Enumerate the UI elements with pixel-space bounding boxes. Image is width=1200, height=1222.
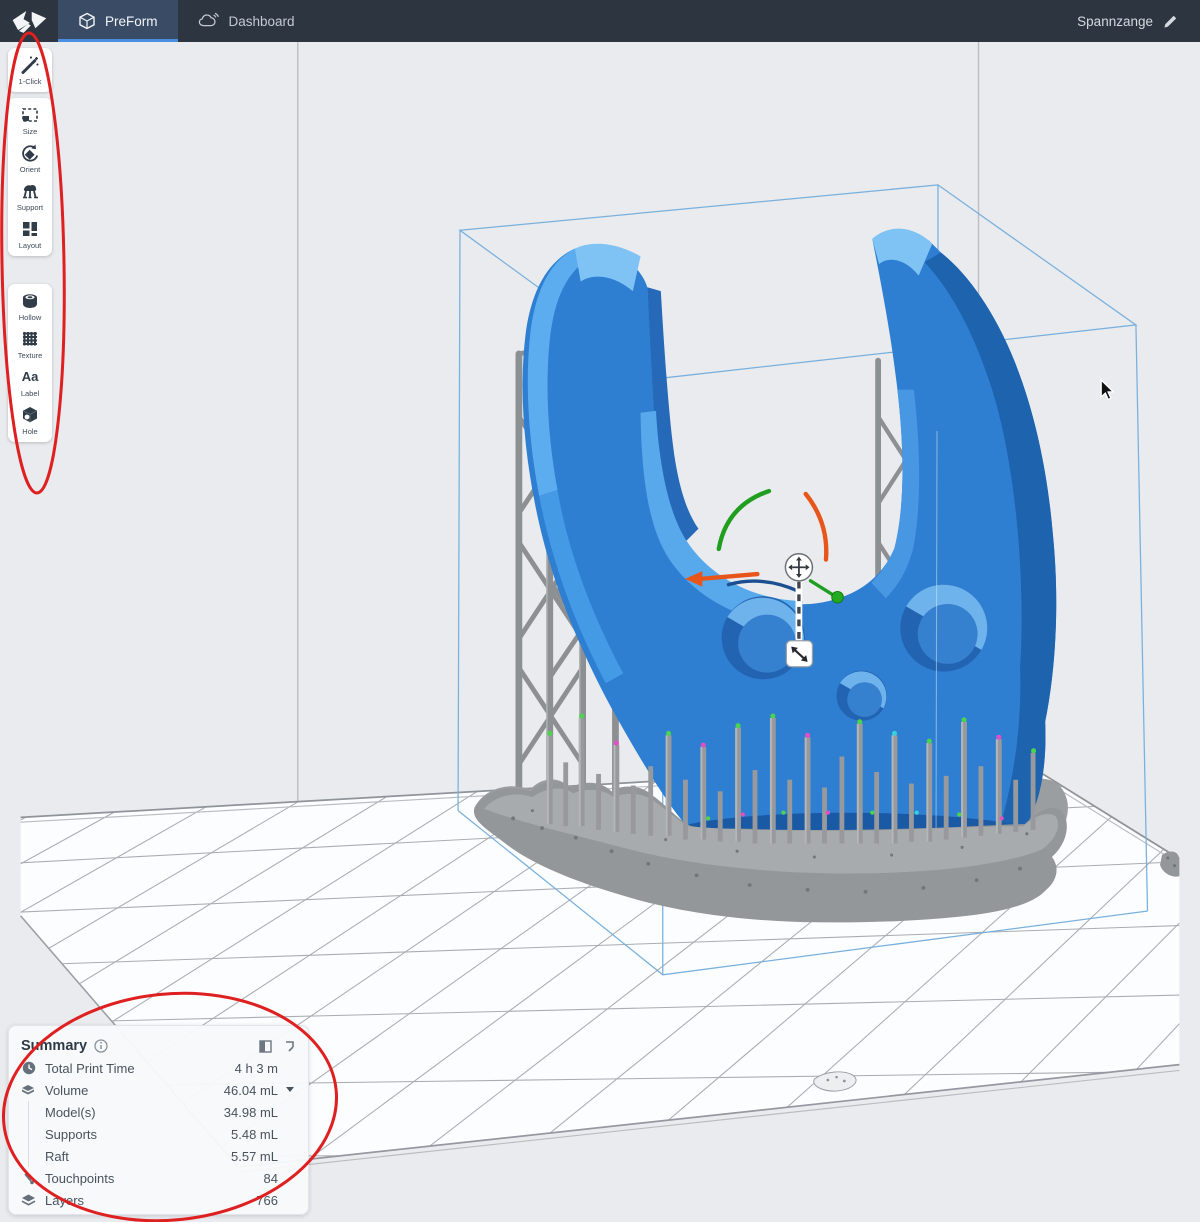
summary-panel: Summary [8,1025,309,1215]
touchpoints-value: 84 [264,1171,296,1186]
tool-label: Texture [18,351,43,360]
gizmo-center-knob[interactable] [785,554,812,581]
pin-icon[interactable] [284,1040,296,1053]
volume-icon [21,1083,36,1097]
hollow-icon [20,291,40,311]
tool-label: Support [17,203,43,212]
tool-layout[interactable]: Layout [8,215,52,253]
raft-value: 5.57 mL [231,1149,296,1164]
model-pocket-right [900,585,987,672]
support-icon [20,181,40,201]
layout-icon [20,219,40,239]
orient-icon [20,143,40,163]
tool-texture[interactable]: Texture [8,325,52,363]
tool-label: Size [23,127,38,136]
project-name: Spannzange [1077,14,1153,29]
summary-row-volume: Volume 46.04 mL [21,1079,296,1101]
summary-row-raft: Raft 5.57 mL [21,1145,296,1167]
tool-hole[interactable]: Hole [8,401,52,439]
tool-size[interactable]: Size [8,101,52,139]
volume-dropdown-caret[interactable] [286,1087,294,1092]
top-bar: PreForm Dashboard Spannzange [0,0,1200,42]
tab-dashboard-label: Dashboard [229,14,295,29]
supports-value: 5.48 mL [231,1127,296,1142]
summary-row-supports: Supports 5.48 mL [21,1123,296,1145]
summary-row-print-time: Total Print Time 4 h 3 m [21,1057,296,1079]
tool-label: Layout [19,241,42,250]
layers-value: 766 [256,1193,296,1208]
summary-row-touchpoints: Touchpoints 84 [21,1167,296,1189]
tool-label: 1-Click [19,77,42,86]
toolbar-group-oneclick: 1-Click [8,48,52,92]
label-aa-icon: Aa [20,367,40,387]
toolbar-group-modify: Hollow Texture Aa Label Hole [8,284,52,442]
summary-row-models: Model(s) 34.98 mL [21,1101,296,1123]
butterfly-icon [9,6,49,36]
panel-toggle-icon[interactable] [259,1040,273,1053]
magic-wand-icon [20,55,40,75]
texture-icon [20,329,40,349]
cube-icon [78,12,96,30]
touchpoint-icon [21,1172,36,1185]
formlabs-logo[interactable] [0,0,58,42]
info-icon[interactable] [94,1039,108,1053]
viewport-3d[interactable]: 1-Click Size Orient Support [0,42,1200,1222]
tool-label: Hollow [19,313,42,322]
tab-preform[interactable]: PreForm [58,0,178,42]
cloud-icon [198,12,220,30]
tool-label: Hole [22,427,37,436]
tool-orient[interactable]: Orient [8,139,52,177]
tool-one-click[interactable]: 1-Click [8,51,52,89]
size-icon [20,105,40,125]
tab-preform-label: PreForm [105,14,158,29]
models-value: 34.98 mL [224,1105,296,1120]
edit-pencil-icon[interactable] [1163,14,1178,29]
tab-dashboard[interactable]: Dashboard [178,0,315,42]
hole-icon [20,405,40,425]
tool-label: Label [21,389,39,398]
summary-title: Summary [21,1038,87,1054]
layers-icon [21,1193,36,1207]
preform-window: PreForm Dashboard Spannzange [0,0,1200,1222]
gizmo-drag-handle[interactable] [786,641,812,667]
summary-row-layers: Layers 766 [21,1189,296,1211]
clock-icon [21,1061,36,1075]
tool-support[interactable]: Support [8,177,52,215]
tool-label-text[interactable]: Aa Label [8,363,52,401]
print-time-value: 4 h 3 m [235,1061,296,1076]
tool-label: Orient [20,165,40,174]
model-pocket-small [837,671,887,721]
tool-hollow[interactable]: Hollow [8,287,52,325]
toolbar-group-prepare: Size Orient Support Layout [8,98,52,256]
